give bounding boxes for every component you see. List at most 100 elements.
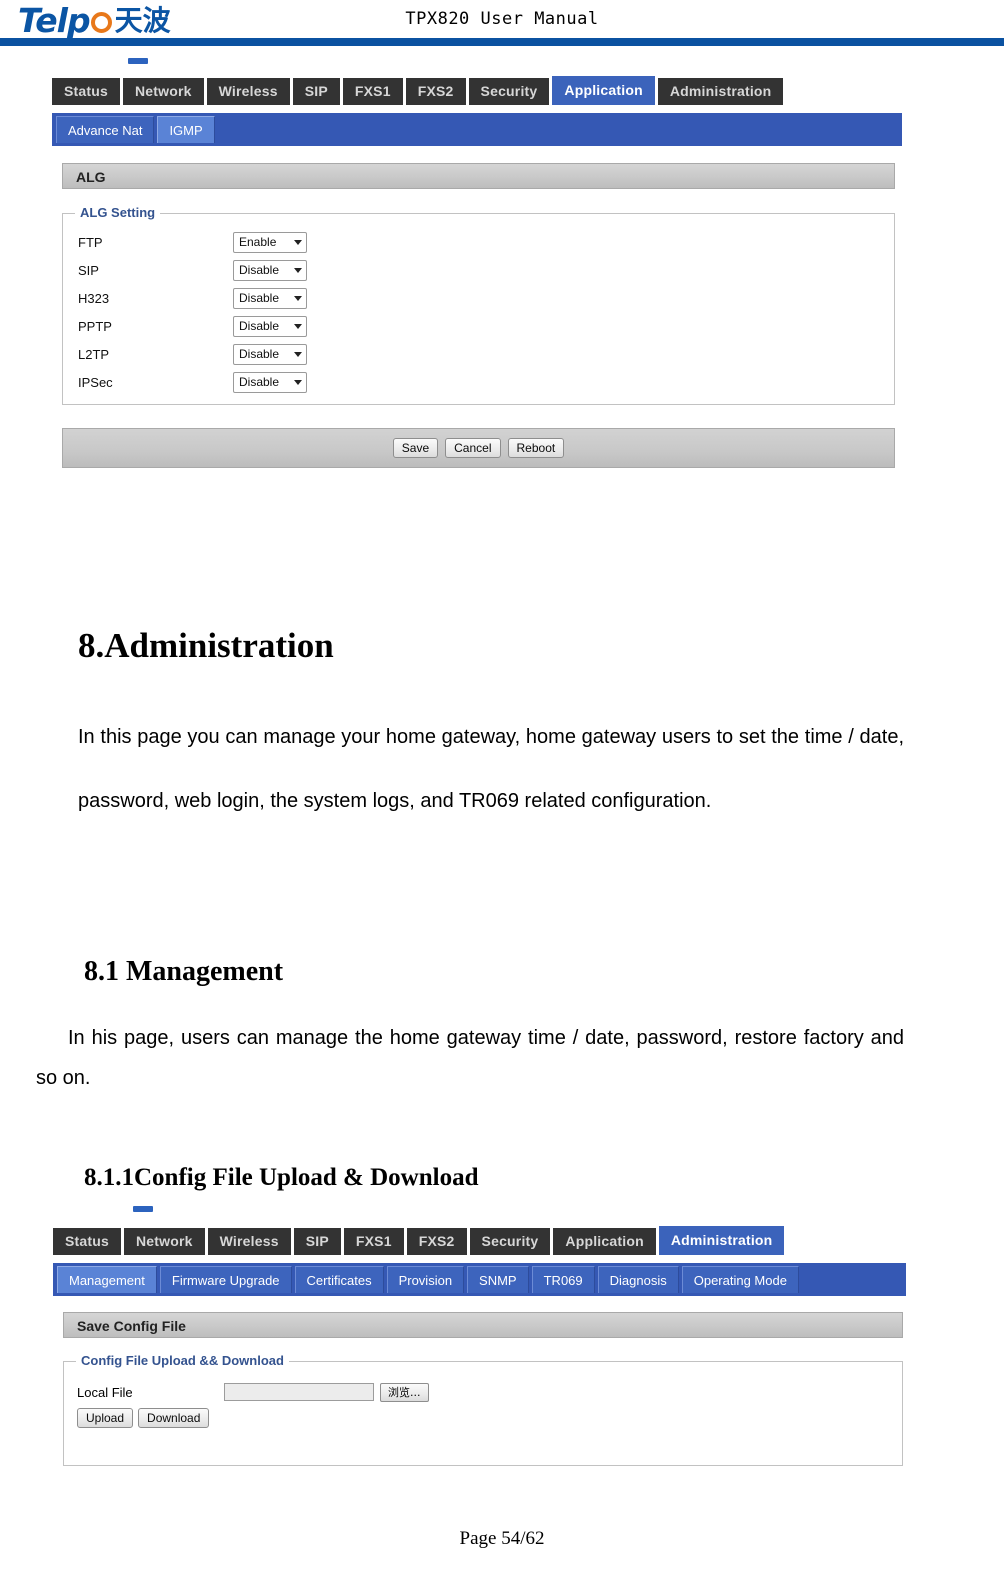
screenshot-administration-management: Status Network Wireless SIP FXS1 FXS2 Se… [45, 1198, 910, 1498]
tab-application[interactable]: Application [552, 76, 655, 105]
tab-label: Security [481, 1233, 539, 1249]
alg-row-pptp: PPTP Disable [63, 312, 894, 340]
tab-application[interactable]: Application [553, 1228, 656, 1255]
subtab-tr069[interactable]: TR069 [531, 1266, 595, 1293]
chevron-down-icon [294, 379, 302, 385]
dropdown-value: Disable [239, 375, 280, 389]
subtab-igmp[interactable]: IGMP [157, 116, 215, 143]
download-button[interactable]: Download [138, 1408, 210, 1428]
tab-fxs1[interactable]: FXS1 [342, 78, 403, 105]
alg-row-sip: SIP Disable [63, 256, 894, 284]
cancel-button[interactable]: Cancel [445, 438, 501, 458]
alg-button-bar: Save Cancel Reboot [62, 428, 895, 468]
subtab-label: Operating Mode [693, 1273, 787, 1288]
alg-setting-legend: ALG Setting [75, 205, 161, 220]
panel-title-label: ALG [76, 169, 106, 185]
alg-l2tp-dropdown[interactable]: Disable [233, 343, 307, 365]
tab-label: FXS2 [418, 1233, 455, 1249]
reboot-button[interactable]: Reboot [507, 438, 565, 458]
sub-tab-strip: Management Firmware Upgrade Certificates… [53, 1263, 906, 1296]
panel-title-save-config-file: Save Config File [63, 1312, 903, 1338]
subtab-diagnosis[interactable]: Diagnosis [597, 1266, 679, 1293]
tab-label: Network [135, 83, 192, 99]
alg-sip-dropdown[interactable]: Disable [233, 259, 307, 281]
alg-h323-dropdown[interactable]: Disable [233, 287, 307, 309]
tab-fxs1[interactable]: FXS1 [343, 1228, 404, 1255]
tab-label: FXS1 [354, 83, 391, 99]
subtab-operating-mode[interactable]: Operating Mode [681, 1266, 799, 1293]
tab-security[interactable]: Security [469, 1228, 551, 1255]
header-divider [0, 38, 1004, 46]
alg-label: H323 [78, 290, 110, 306]
tab-wireless[interactable]: Wireless [207, 1228, 291, 1255]
tab-network[interactable]: Network [124, 1228, 205, 1255]
alg-label: IPSec [78, 374, 113, 390]
alg-row-ftp: FTP Enable [63, 228, 894, 256]
page-footer: Page 54/62 [459, 1528, 545, 1549]
main-tab-strip: Status Network Wireless SIP FXS1 FXS2 Se… [52, 76, 784, 105]
tab-sip[interactable]: SIP [293, 1228, 341, 1255]
button-label: Reboot [516, 441, 556, 455]
subtab-label: Diagnosis [609, 1273, 667, 1288]
subtab-advance-nat[interactable]: Advance Nat [56, 116, 155, 143]
dropdown-value: Disable [239, 263, 280, 277]
dropdown-value: Disable [239, 347, 280, 361]
subtab-snmp[interactable]: SNMP [467, 1266, 529, 1293]
subtab-label: IGMP [169, 123, 203, 138]
dropdown-value: Disable [239, 291, 280, 305]
intro-paragraph: In this page you can manage your home ga… [78, 726, 904, 812]
tab-wireless[interactable]: Wireless [206, 78, 290, 105]
subtab-label: Provision [398, 1273, 453, 1288]
chevron-down-icon [294, 295, 302, 301]
tab-label: SIP [305, 1233, 329, 1249]
button-label: Cancel [454, 441, 492, 455]
dropdown-value: Enable [239, 235, 277, 249]
alg-setting-groupbox: ALG Setting FTP Enable SIP Disable H323 … [62, 205, 895, 405]
subtab-provision[interactable]: Provision [386, 1266, 465, 1293]
screenshot-artifact [133, 1206, 153, 1212]
tab-label: FXS2 [417, 83, 454, 99]
browse-button[interactable]: 浏览... [380, 1382, 429, 1402]
chevron-down-icon [294, 323, 302, 329]
subtab-label: SNMP [479, 1273, 517, 1288]
tab-administration[interactable]: Administration [658, 1226, 785, 1255]
tab-label: Application [565, 1233, 644, 1249]
chevron-down-icon [294, 351, 302, 357]
main-tab-strip: Status Network Wireless SIP FXS1 FXS2 Se… [53, 1226, 785, 1255]
subtab-label: Certificates [306, 1273, 372, 1288]
alg-ftp-dropdown[interactable]: Enable [233, 231, 307, 253]
subtab-certificates[interactable]: Certificates [294, 1266, 384, 1293]
screenshot-artifact [128, 58, 148, 64]
tab-label: Status [65, 1233, 109, 1249]
alg-ipsec-dropdown[interactable]: Disable [233, 371, 307, 393]
dropdown-value: Disable [239, 319, 280, 333]
local-file-label: Local File [77, 1384, 133, 1400]
document-title: TPX820 User Manual [405, 9, 599, 29]
tab-security[interactable]: Security [468, 78, 550, 105]
alg-pptp-dropdown[interactable]: Disable [233, 315, 307, 337]
local-file-input[interactable] [224, 1383, 374, 1401]
save-button[interactable]: Save [392, 438, 439, 458]
panel-title-alg: ALG [62, 163, 895, 189]
tab-fxs2[interactable]: FXS2 [406, 1228, 467, 1255]
tab-label: Status [64, 83, 108, 99]
upload-button[interactable]: Upload [77, 1408, 134, 1428]
local-file-row: Local File 浏览... [64, 1380, 902, 1404]
alg-label: FTP [78, 234, 103, 250]
tab-administration[interactable]: Administration [657, 78, 784, 105]
subtab-management[interactable]: Management [57, 1266, 157, 1293]
tab-status[interactable]: Status [53, 1228, 121, 1255]
screenshot-application-alg: Status Network Wireless SIP FXS1 FXS2 Se… [40, 58, 910, 478]
subtab-firmware-upgrade[interactable]: Firmware Upgrade [159, 1266, 292, 1293]
alg-row-ipsec: IPSec Disable [63, 368, 894, 396]
tab-network[interactable]: Network [123, 78, 204, 105]
tab-sip[interactable]: SIP [292, 78, 340, 105]
page-header: Telp 天波 TPX820 User Manual [0, 0, 1004, 46]
tab-label: SIP [304, 83, 328, 99]
heading-management: 8.1 Management [84, 956, 284, 988]
tab-status[interactable]: Status [52, 78, 120, 105]
tab-label: Administration [670, 1232, 773, 1248]
heading-administration: 8.Administration [78, 626, 334, 666]
tab-label: Application [564, 82, 643, 98]
tab-fxs2[interactable]: FXS2 [405, 78, 466, 105]
